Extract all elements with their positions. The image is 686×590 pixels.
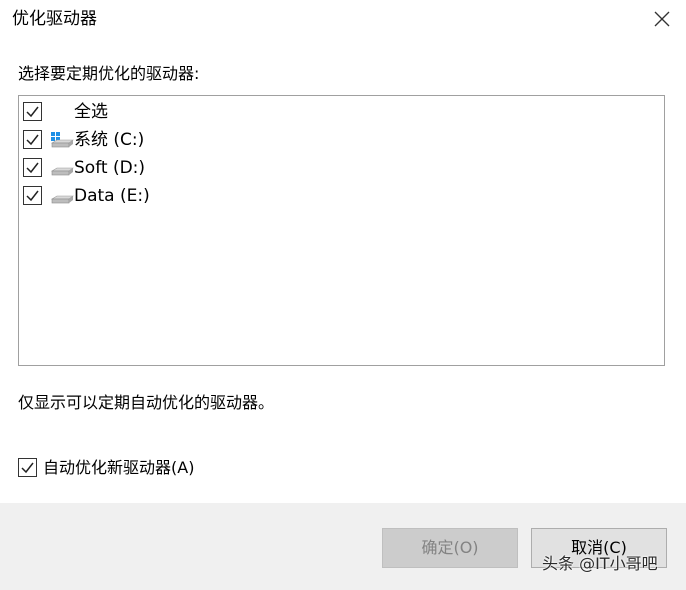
dialog-title: 优化驱动器	[12, 9, 97, 29]
ok-button[interactable]: 确定(O)	[382, 528, 518, 568]
checkmark-icon	[26, 134, 39, 146]
auto-optimize-label[interactable]: 自动优化新驱动器(A)	[43, 455, 194, 481]
drive-e-checkbox[interactable]	[23, 186, 42, 205]
list-item-drive-e[interactable]: Data (E:)	[23, 182, 623, 208]
list-item-select-all[interactable]: 全选	[23, 98, 623, 124]
checkmark-icon	[21, 462, 34, 474]
drive-c-checkbox[interactable]	[23, 130, 42, 149]
drive-d-checkbox[interactable]	[23, 158, 42, 177]
list-item-label: Soft (D:)	[74, 158, 146, 178]
list-item-label: 全选	[74, 102, 108, 122]
auto-optimize-option[interactable]: 自动优化新驱动器(A)	[18, 455, 418, 481]
drive-icon	[50, 195, 74, 204]
checkmark-icon	[26, 190, 39, 202]
optimize-drives-dialog: 优化驱动器 选择要定期优化的驱动器: 全选 系统 (C:) Soft (D:) …	[0, 0, 686, 590]
windows-drive-icon	[50, 132, 74, 148]
checkmark-icon	[26, 162, 39, 174]
select-drives-prompt: 选择要定期优化的驱动器:	[18, 64, 200, 83]
info-text: 仅显示可以定期自动优化的驱动器。	[18, 393, 275, 412]
close-icon	[654, 11, 670, 27]
drive-icon	[50, 167, 74, 176]
checkmark-icon	[26, 106, 39, 118]
close-button[interactable]	[644, 3, 680, 33]
list-item-label: 系统 (C:)	[74, 130, 145, 150]
dialog-footer: 确定(O) 取消(C)	[0, 503, 686, 590]
select-all-checkbox[interactable]	[23, 102, 42, 121]
watermark: 头条 @IT小哥吧	[542, 554, 658, 573]
auto-optimize-checkbox[interactable]	[18, 458, 37, 477]
list-item-label: Data (E:)	[74, 186, 150, 206]
list-item-drive-d[interactable]: Soft (D:)	[23, 154, 623, 180]
drive-list[interactable]: 全选 系统 (C:) Soft (D:) Data (E:)	[18, 95, 665, 366]
list-item-drive-c[interactable]: 系统 (C:)	[23, 126, 623, 152]
